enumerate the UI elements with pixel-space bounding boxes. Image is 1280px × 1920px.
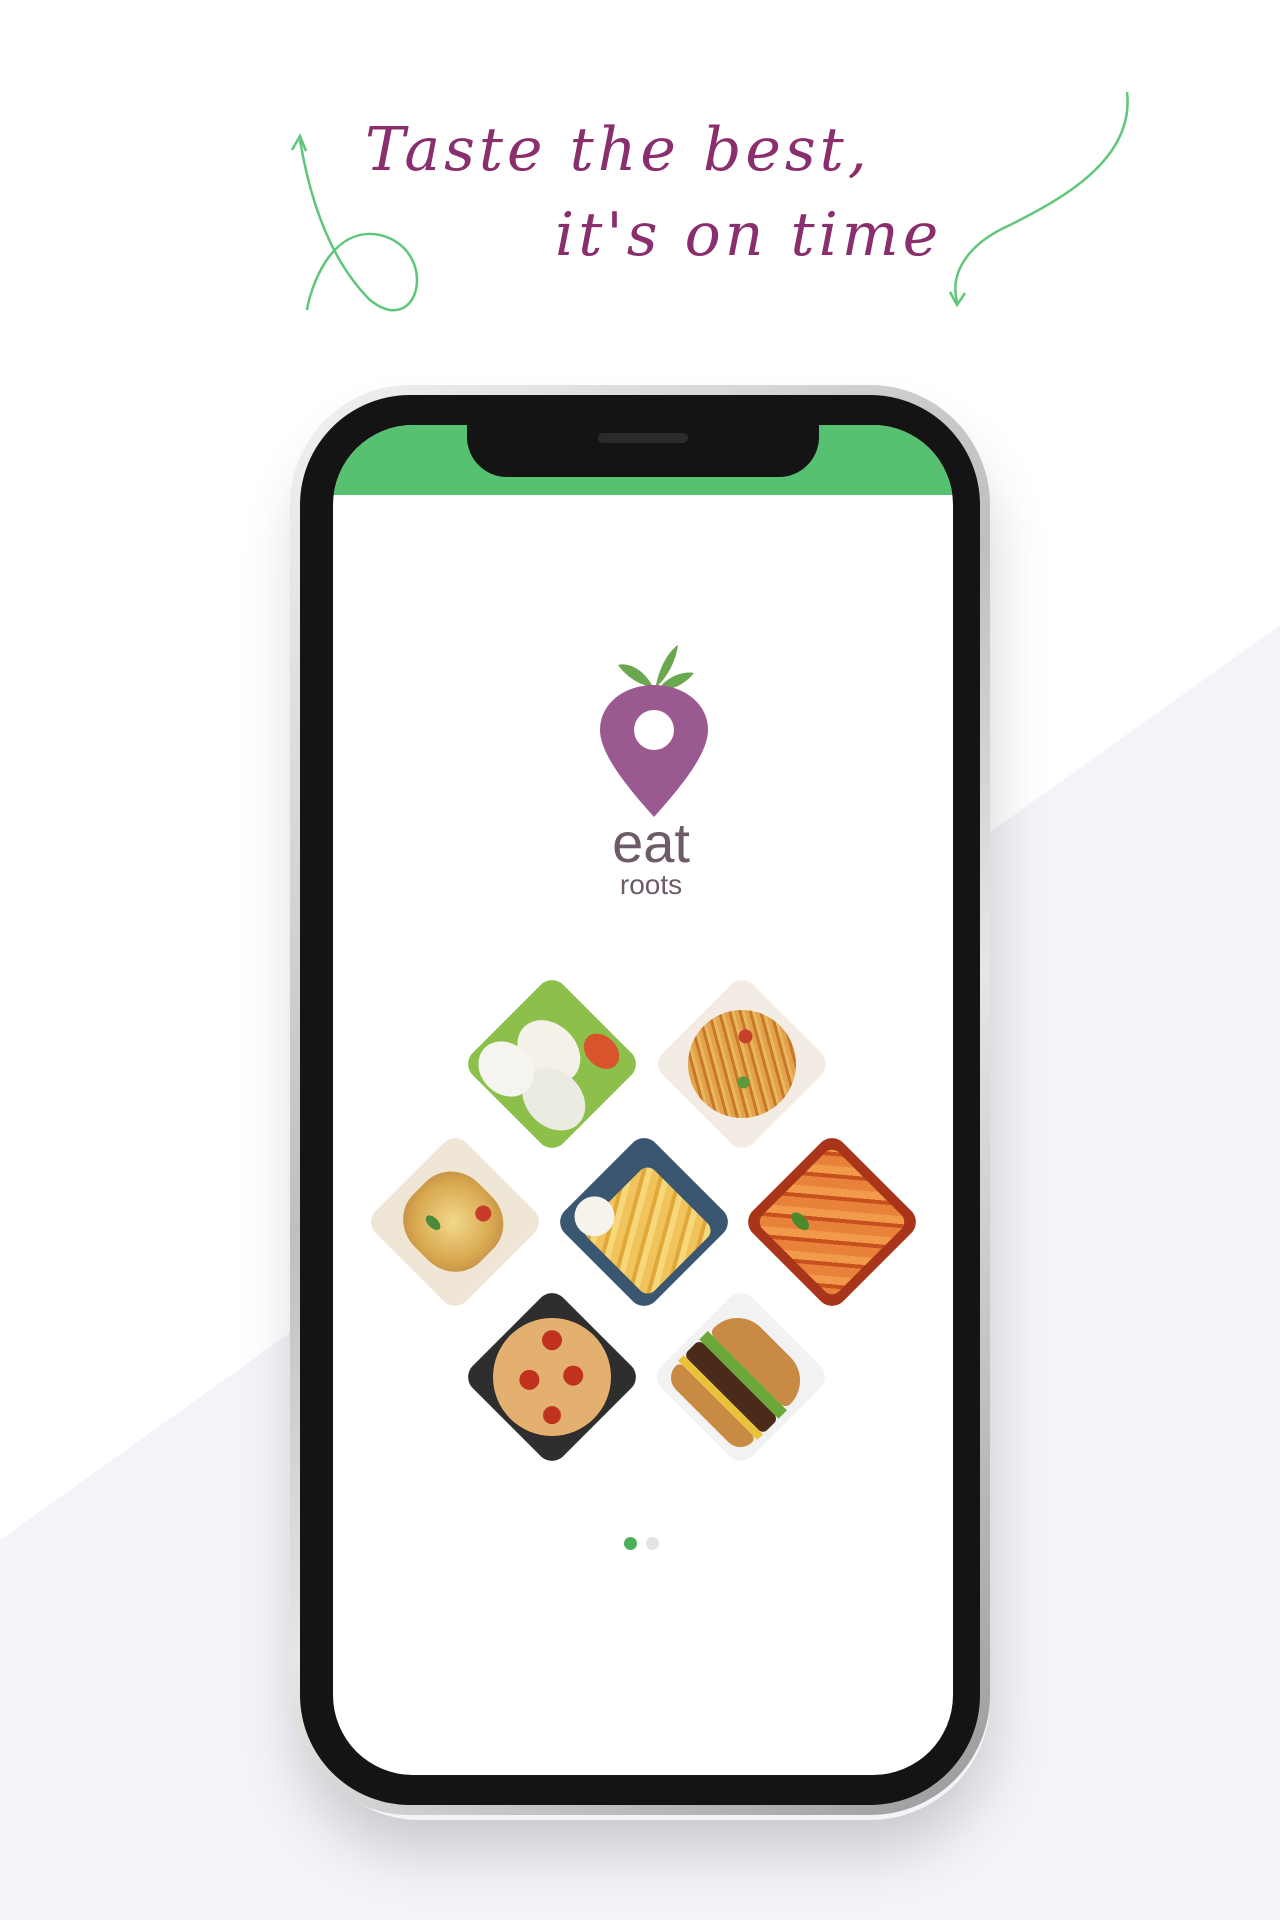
decorative-arrows	[290, 91, 1129, 312]
eat-roots-logo-icon	[600, 645, 708, 817]
brand-subword: roots	[619, 869, 683, 900]
pager-dot-active[interactable]	[624, 1537, 637, 1550]
pager-dot-inactive[interactable]	[646, 1537, 659, 1550]
brand-word: eat	[612, 811, 690, 874]
phone-notch	[467, 417, 819, 477]
pager-dots	[624, 1537, 659, 1550]
phone-speaker	[598, 433, 688, 443]
app-screen	[333, 425, 953, 1775]
